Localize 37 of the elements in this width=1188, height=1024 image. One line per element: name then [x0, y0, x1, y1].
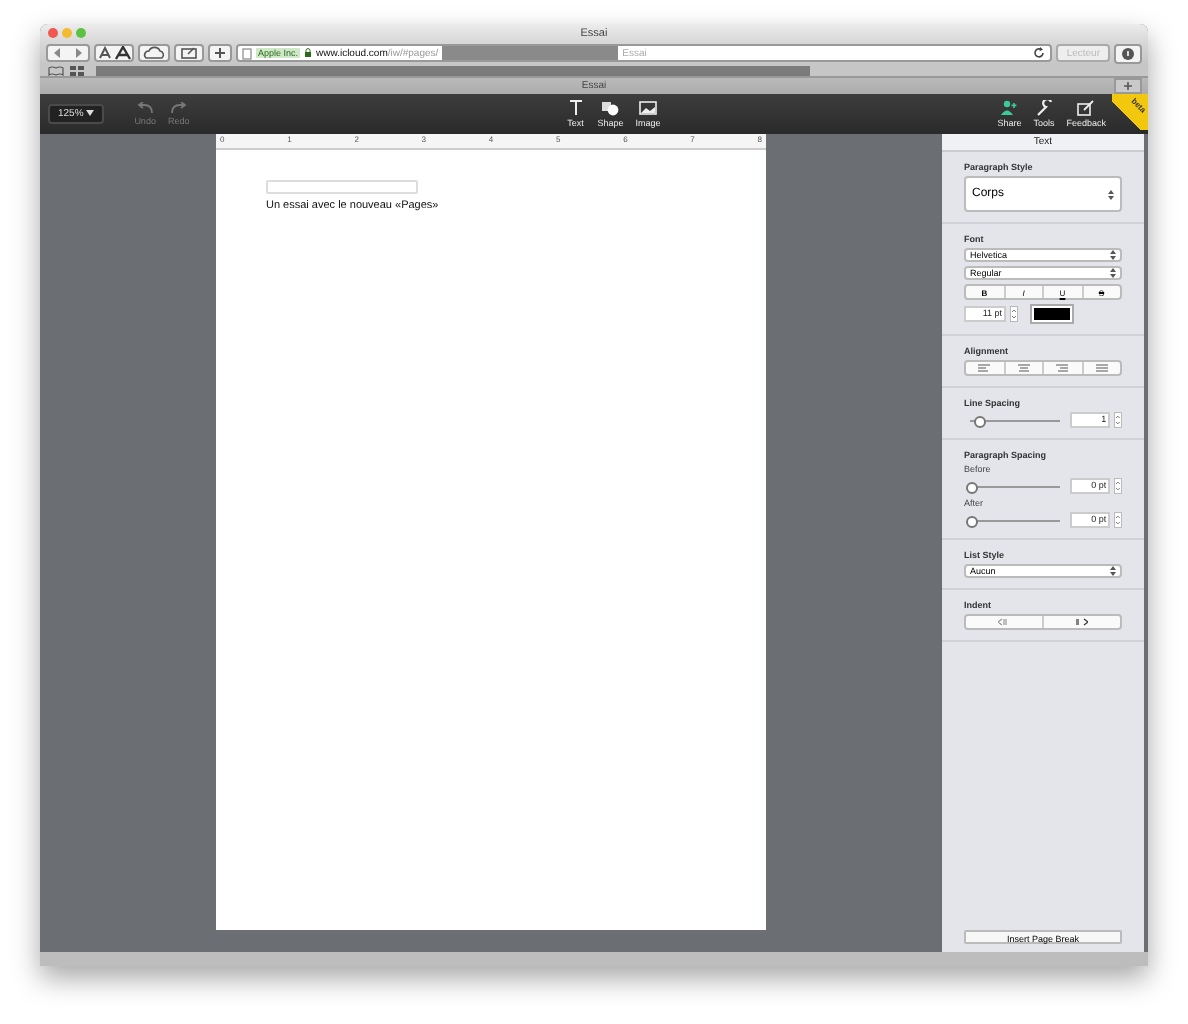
stepper-icon[interactable]: [1010, 306, 1018, 322]
image-icon: [637, 100, 658, 116]
wrench-icon: [1033, 100, 1054, 116]
align-right-icon: [1056, 364, 1069, 372]
shapes-icon: [600, 100, 621, 116]
line-spacing-slider[interactable]: [970, 419, 1060, 421]
reload-icon[interactable]: [1032, 46, 1047, 60]
align-left-icon: [978, 364, 991, 372]
lock-icon: [304, 48, 313, 58]
new-tab-icon[interactable]: [1114, 78, 1142, 94]
undo-arrow-icon: [135, 102, 156, 114]
up-down-arrows-icon: [1108, 189, 1114, 199]
stepper-icon[interactable]: [1114, 478, 1122, 494]
text-smaller-icon[interactable]: [96, 46, 114, 60]
up-down-arrows-icon: [1110, 566, 1116, 576]
redo-arrow-icon: [168, 102, 189, 114]
grid-icon[interactable]: [70, 65, 84, 75]
align-justify-icon: [1095, 364, 1108, 372]
share-sheet-icon[interactable]: [174, 44, 204, 62]
add-icon[interactable]: [208, 44, 232, 62]
caret-icon: [86, 110, 95, 116]
pencil-square-icon: [1076, 100, 1097, 116]
up-down-arrows-icon: [1110, 268, 1116, 278]
text-icon: [565, 100, 586, 116]
close-button[interactable]: [48, 28, 58, 38]
outdent-icon: [998, 618, 1010, 626]
cloud-icon[interactable]: [138, 44, 170, 62]
book-icon[interactable]: [48, 65, 64, 75]
page-icon: [242, 47, 252, 59]
stepper-icon[interactable]: [1114, 412, 1122, 428]
up-down-arrows-icon: [1110, 250, 1116, 260]
text-larger-icon[interactable]: [114, 46, 132, 60]
align-center-icon: [1017, 364, 1030, 372]
indent-icon: [1076, 618, 1088, 626]
stepper-icon[interactable]: [1114, 512, 1122, 528]
text-color-well[interactable]: [1030, 304, 1074, 324]
person-add-icon: [999, 100, 1020, 116]
